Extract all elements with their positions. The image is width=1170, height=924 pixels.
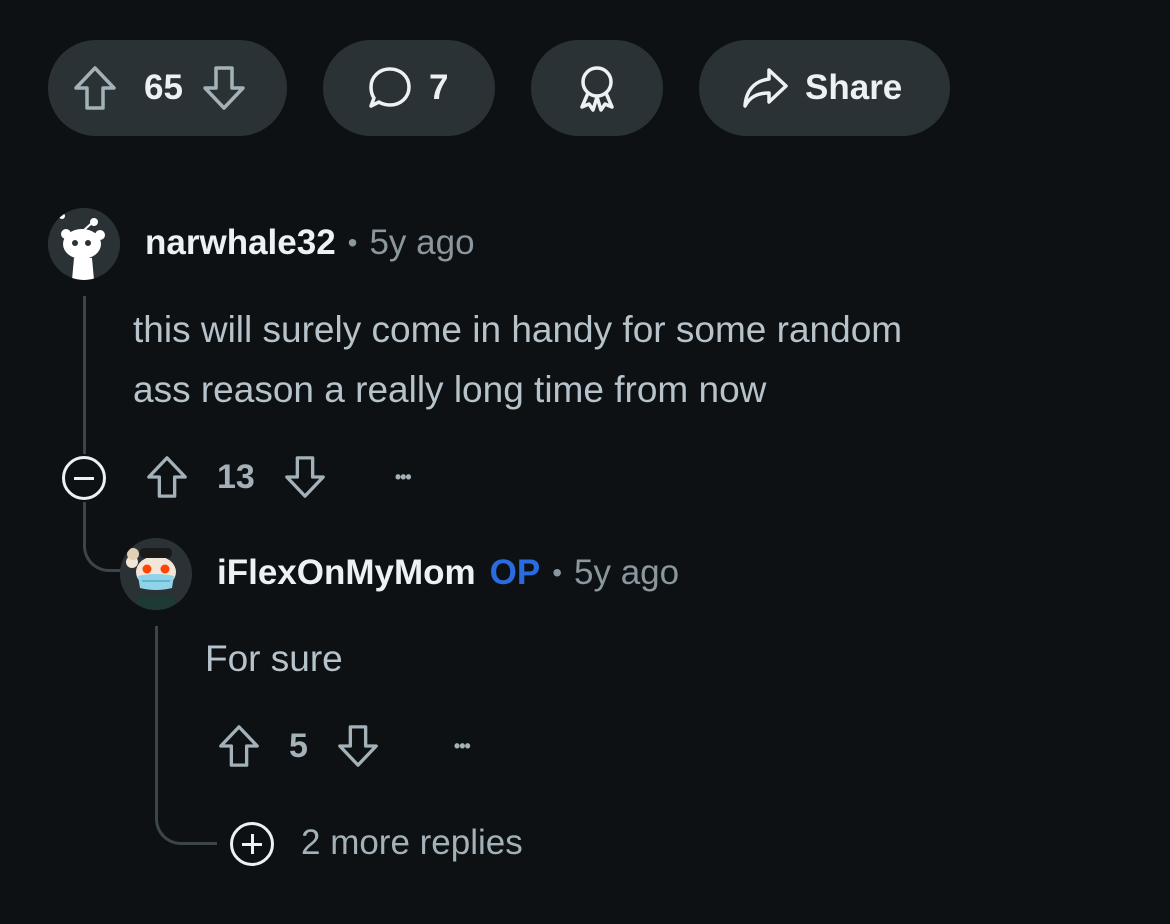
expand-replies-button[interactable] — [230, 822, 274, 866]
upvote-icon[interactable] — [72, 64, 118, 112]
downvote-icon[interactable] — [201, 64, 247, 112]
username[interactable]: iFlexOnMyMom — [217, 553, 476, 593]
thread-line — [83, 296, 86, 454]
comment-score: 13 — [217, 457, 255, 496]
more-options-icon[interactable]: ••• — [395, 468, 412, 486]
avatar[interactable] — [48, 208, 120, 280]
username[interactable]: narwhale32 — [145, 223, 336, 263]
upvote-count: 65 — [144, 68, 183, 107]
vote-control: 65 — [48, 40, 287, 136]
minus-icon — [74, 476, 94, 480]
share-button[interactable]: Share — [699, 40, 950, 136]
timestamp: 5y ago — [369, 223, 475, 262]
downvote-icon[interactable] — [336, 723, 380, 769]
share-arrow-icon — [741, 66, 789, 110]
thread-line — [155, 626, 158, 798]
comment-meta: narwhale32 • 5y ago — [145, 223, 475, 263]
comment-body: For sure — [205, 638, 343, 679]
comment-body-line: ass reason a really long time from now — [133, 369, 767, 410]
timestamp: 5y ago — [574, 553, 680, 592]
award-button[interactable] — [531, 40, 663, 136]
separator-dot: • — [347, 227, 358, 258]
comment-count: 7 — [429, 68, 449, 107]
more-replies-link[interactable]: 2 more replies — [301, 823, 523, 863]
comment-bubble-icon — [367, 65, 413, 111]
op-badge: OP — [489, 553, 541, 592]
share-label: Share — [805, 68, 903, 107]
award-icon — [574, 63, 620, 113]
comment-actions: 13 ••• — [145, 454, 412, 500]
avatar[interactable] — [120, 538, 192, 610]
separator-dot: • — [552, 557, 563, 588]
comments-button[interactable]: 7 — [323, 40, 495, 136]
downvote-icon[interactable] — [283, 454, 327, 500]
more-options-icon[interactable]: ••• — [454, 737, 471, 755]
upvote-icon[interactable] — [217, 723, 261, 769]
comment-meta: iFlexOnMyMom OP • 5y ago — [217, 553, 679, 593]
comment-body: this will surely come in handy for some … — [133, 300, 902, 420]
plus-icon — [242, 834, 262, 854]
thread-branch — [155, 790, 217, 845]
comment-actions: 5 ••• — [217, 723, 471, 769]
comment-body-line: this will surely come in handy for some … — [133, 309, 903, 350]
collapse-thread-button[interactable] — [62, 456, 106, 500]
upvote-icon[interactable] — [145, 454, 189, 500]
comment-score: 5 — [289, 726, 308, 765]
thread-branch — [83, 520, 123, 572]
